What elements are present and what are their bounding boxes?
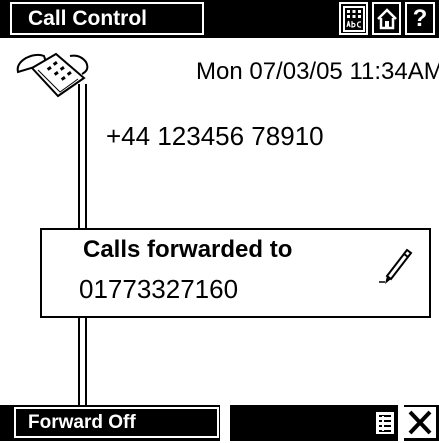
title-bar: Call Control ? — [0, 0, 439, 38]
forward-label: Calls forwarded to — [83, 236, 293, 263]
menu-button[interactable] — [372, 407, 398, 438]
menu-icon — [374, 410, 396, 436]
forward-number: 01773327160 — [79, 274, 239, 304]
home-icon — [376, 7, 397, 29]
divider-line — [85, 84, 87, 230]
divider-line — [78, 84, 80, 230]
close-icon — [404, 407, 436, 438]
home-button[interactable] — [372, 2, 401, 35]
phone-icon — [16, 52, 89, 98]
help-icon: ? — [412, 4, 428, 32]
keypad-icon — [342, 5, 365, 32]
divider-line — [78, 316, 80, 408]
pencil-icon[interactable] — [373, 240, 415, 288]
help-button[interactable]: ? — [405, 2, 435, 35]
app-title: Call Control — [10, 2, 204, 35]
forward-panel[interactable]: Calls forwarded to 01773327160 — [40, 228, 431, 318]
call-datetime: Mon 07/03/05 11:34AM — [196, 58, 439, 85]
divider-line — [85, 316, 87, 408]
bottom-toolbar: Forward Off — [0, 405, 439, 441]
forward-off-button[interactable]: Forward Off — [14, 407, 219, 438]
toolbar-separator — [220, 405, 230, 441]
caller-number: +44 123456 78910 — [106, 121, 324, 151]
close-button[interactable] — [404, 407, 436, 438]
keypad-button[interactable] — [339, 2, 368, 35]
